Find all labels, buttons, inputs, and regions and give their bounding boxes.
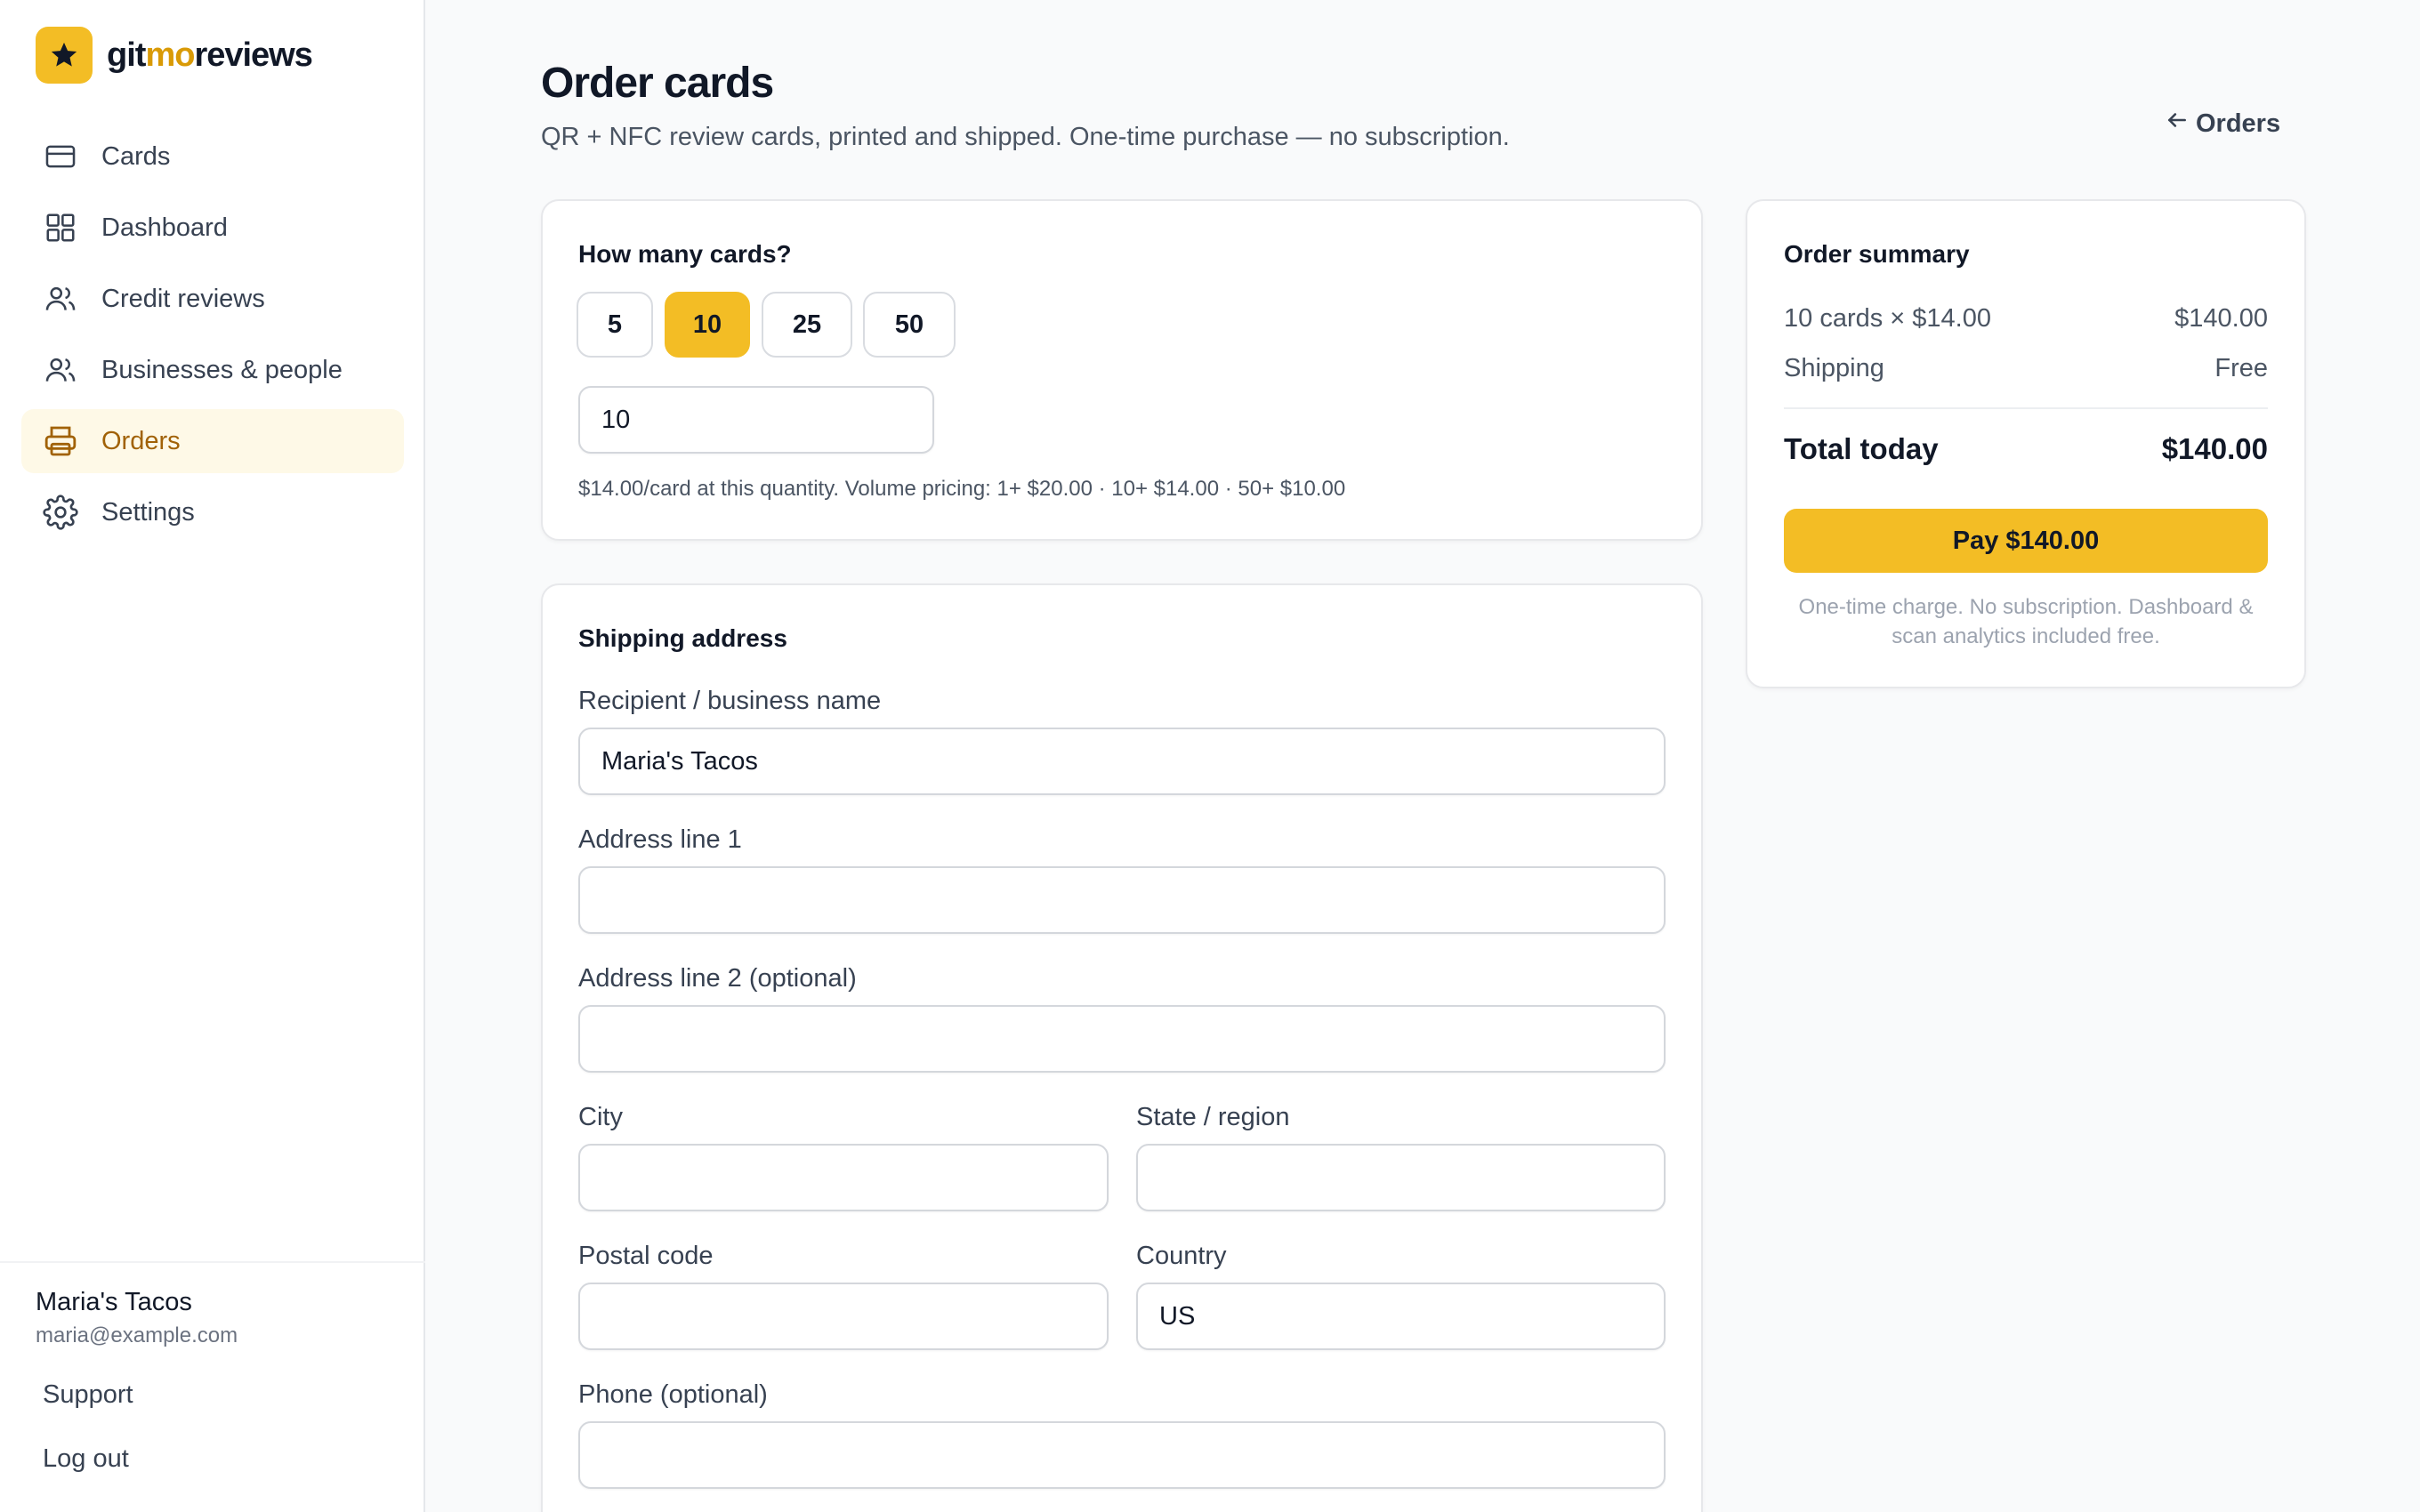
grid-icon: [43, 210, 78, 245]
back-to-orders-link[interactable]: Orders: [2166, 109, 2280, 139]
postal-field[interactable]: [578, 1283, 1109, 1350]
postal-label: Postal code: [578, 1242, 714, 1270]
sidebar-item-businesses-people[interactable]: Businesses & people: [21, 338, 404, 402]
sidebar-footer: Maria's Tacos maria@example.com Support …: [0, 1261, 425, 1473]
sidebar-item-orders[interactable]: Orders: [21, 409, 404, 473]
country-field[interactable]: US: [1136, 1283, 1666, 1350]
phone-field[interactable]: [578, 1421, 1666, 1489]
line-item-value: $140.00: [2174, 304, 2268, 333]
address2-label: Address line 2 (optional): [578, 964, 857, 993]
recipient-label: Recipient / business name: [578, 687, 882, 715]
sidebar-item-credit-reviews[interactable]: Credit reviews: [21, 267, 404, 331]
sidebar: gitmoreviews Cards Dashboard Credit revi…: [0, 0, 425, 1512]
sidebar-item-settings[interactable]: Settings: [21, 480, 404, 544]
pay-button[interactable]: Pay $140.00: [1784, 509, 2268, 573]
total-label: Total today: [1784, 432, 1939, 465]
quantity-option-10[interactable]: 10: [665, 292, 750, 358]
back-link-label: Orders: [2196, 109, 2281, 138]
quantity-title: How many cards?: [578, 240, 792, 268]
address1-label: Address line 1: [578, 825, 742, 854]
page-title: Order cards: [541, 60, 774, 107]
page-subtitle: QR + NFC review cards, printed and shipp…: [541, 123, 1510, 151]
shipping-label: Shipping: [1784, 354, 1884, 382]
address1-field[interactable]: [578, 866, 1666, 934]
city-label: City: [578, 1103, 623, 1131]
summary-shipping: Shipping Free: [1784, 354, 2268, 383]
users-icon: [43, 352, 78, 388]
city-field[interactable]: [578, 1144, 1109, 1211]
gear-icon: [43, 495, 78, 530]
summary-total: Total today $140.00: [1784, 432, 2268, 466]
sidebar-item-label: Credit reviews: [101, 284, 265, 313]
sidebar-item-label: Settings: [101, 497, 195, 527]
summary-title: Order summary: [1784, 240, 1970, 268]
sidebar-item-label: Cards: [101, 141, 171, 171]
recipient-field[interactable]: Maria's Tacos: [578, 728, 1666, 795]
quantity-input[interactable]: 10: [578, 386, 934, 454]
quantity-option-25[interactable]: 25: [762, 292, 852, 358]
brand-name: gitmoreviews: [107, 36, 313, 74]
users-icon: [43, 281, 78, 317]
summary-divider: [1784, 407, 2268, 409]
summary-line-item: 10 cards × $14.00 $140.00: [1784, 304, 2268, 334]
brand-logo[interactable]: gitmoreviews: [36, 27, 313, 84]
arrow-left-icon: [2166, 109, 2189, 139]
sidebar-item-cards[interactable]: Cards: [21, 125, 404, 189]
support-link[interactable]: Support: [43, 1380, 133, 1410]
pricing-hint: $14.00/card at this quantity. Volume pri…: [578, 477, 1346, 501]
sidebar-item-label: Businesses & people: [101, 355, 343, 384]
shipping-title: Shipping address: [578, 624, 787, 652]
logout-link[interactable]: Log out: [43, 1444, 129, 1474]
credit-card-icon: [43, 139, 78, 174]
quantity-option-50[interactable]: 50: [863, 292, 956, 358]
user-name: Maria's Tacos: [36, 1288, 192, 1316]
star-icon: [36, 27, 93, 84]
phone-label: Phone (optional): [578, 1380, 768, 1409]
total-value: $140.00: [2161, 432, 2268, 465]
address2-field[interactable]: [578, 1005, 1666, 1073]
printer-icon: [43, 423, 78, 459]
quantity-option-5[interactable]: 5: [577, 292, 653, 358]
sidebar-item-dashboard[interactable]: Dashboard: [21, 196, 404, 260]
pay-note: One-time charge. No subscription. Dashbo…: [1798, 595, 2254, 648]
shipping-value: Free: [2214, 354, 2268, 382]
sidebar-item-label: Orders: [101, 426, 181, 455]
line-item-label: 10 cards × $14.00: [1784, 304, 1991, 333]
user-email: maria@example.com: [36, 1323, 238, 1347]
country-label: Country: [1136, 1242, 1227, 1270]
sidebar-nav: Cards Dashboard Credit reviews Businesse…: [21, 125, 404, 551]
state-label: State / region: [1136, 1103, 1290, 1131]
state-field[interactable]: [1136, 1144, 1666, 1211]
sidebar-item-label: Dashboard: [101, 213, 228, 242]
